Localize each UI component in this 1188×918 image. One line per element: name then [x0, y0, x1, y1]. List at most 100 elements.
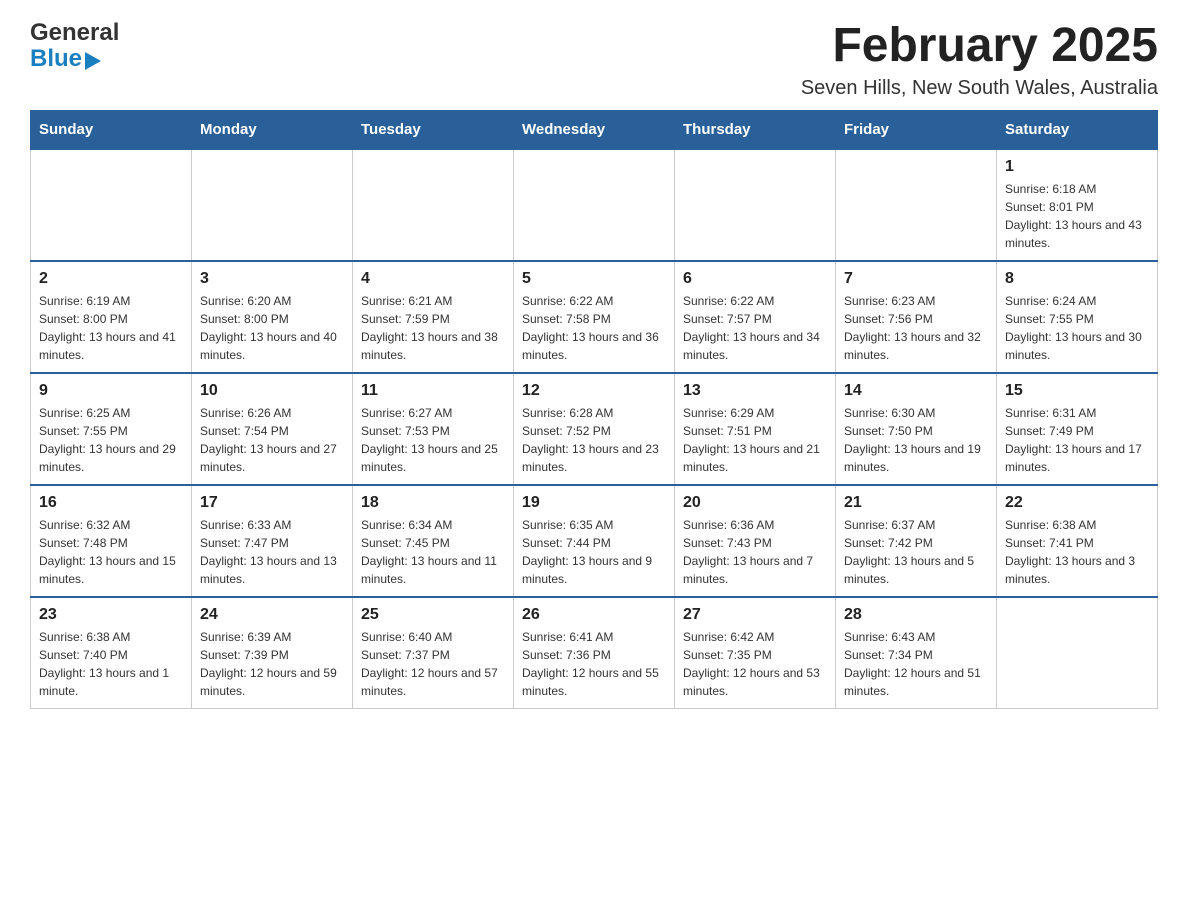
calendar-week-row: 23 Sunrise: 6:38 AM Sunset: 7:40 PM Dayli…	[31, 597, 1158, 709]
day-info: Sunrise: 6:32 AM Sunset: 7:48 PM Dayligh…	[39, 516, 183, 588]
day-info: Sunrise: 6:29 AM Sunset: 7:51 PM Dayligh…	[683, 404, 827, 476]
day-number: 19	[522, 494, 666, 512]
day-of-week-header: Tuesday	[353, 110, 514, 149]
calendar-day-cell: 8Sunrise: 6:24 AM Sunset: 7:55 PM Daylig…	[997, 261, 1158, 373]
day-of-week-header: Friday	[836, 110, 997, 149]
day-info: Sunrise: 6:38 AM Sunset: 7:41 PM Dayligh…	[1005, 516, 1149, 588]
calendar-day-cell: 24 Sunrise: 6:39 AM Sunset: 7:39 PM Dayli…	[192, 597, 353, 709]
day-info: Sunrise: 6:43 AM Sunset: 7:34 PM Dayligh…	[844, 628, 988, 700]
day-number: 9	[39, 382, 183, 400]
day-number: 11	[361, 382, 505, 400]
calendar-day-cell	[836, 149, 997, 261]
day-of-week-header: Wednesday	[514, 110, 675, 149]
day-info: Sunrise: 6:42 AM Sunset: 7:35 PM Dayligh…	[683, 628, 827, 700]
day-info: Sunrise: 6:36 AM Sunset: 7:43 PM Dayligh…	[683, 516, 827, 588]
day-number: 26	[522, 606, 666, 624]
calendar-week-row: 1 Sunrise: 6:18 AM Sunset: 8:01 PM Daylig…	[31, 149, 1158, 261]
day-number: 16	[39, 494, 183, 512]
day-number: 5	[522, 270, 666, 288]
calendar-day-cell: 18 Sunrise: 6:34 AM Sunset: 7:45 PM Dayli…	[353, 485, 514, 597]
day-number: 4	[361, 270, 505, 288]
calendar-day-cell: 12 Sunrise: 6:28 AM Sunset: 7:52 PM Dayli…	[514, 373, 675, 485]
day-info: Sunrise: 6:33 AM Sunset: 7:47 PM Dayligh…	[200, 516, 344, 588]
calendar-day-cell: 21 Sunrise: 6:37 AM Sunset: 7:42 PM Dayli…	[836, 485, 997, 597]
calendar-day-cell: 28Sunrise: 6:43 AM Sunset: 7:34 PM Dayli…	[836, 597, 997, 709]
day-info: Sunrise: 6:41 AM Sunset: 7:36 PM Dayligh…	[522, 628, 666, 700]
calendar-day-cell	[997, 597, 1158, 709]
day-number: 7	[844, 270, 988, 288]
day-number: 23	[39, 606, 183, 624]
calendar-day-cell: 4 Sunrise: 6:21 AM Sunset: 7:59 PM Daylig…	[353, 261, 514, 373]
day-info: Sunrise: 6:27 AM Sunset: 7:53 PM Dayligh…	[361, 404, 505, 476]
logo-blue-row: Blue	[30, 46, 119, 72]
day-number: 13	[683, 382, 827, 400]
day-info: Sunrise: 6:39 AM Sunset: 7:39 PM Dayligh…	[200, 628, 344, 700]
day-info: Sunrise: 6:37 AM Sunset: 7:42 PM Dayligh…	[844, 516, 988, 588]
month-title: February 2025	[801, 20, 1158, 73]
day-info: Sunrise: 6:20 AM Sunset: 8:00 PM Dayligh…	[200, 292, 344, 364]
day-info: Sunrise: 6:28 AM Sunset: 7:52 PM Dayligh…	[522, 404, 666, 476]
calendar-day-cell: 23 Sunrise: 6:38 AM Sunset: 7:40 PM Dayli…	[31, 597, 192, 709]
day-info: Sunrise: 6:34 AM Sunset: 7:45 PM Dayligh…	[361, 516, 505, 588]
calendar-day-cell	[192, 149, 353, 261]
calendar-day-cell: 17 Sunrise: 6:33 AM Sunset: 7:47 PM Dayli…	[192, 485, 353, 597]
logo-text-area: General Blue	[30, 20, 119, 73]
page-header: General Blue February 2025 Seven Hills, …	[30, 20, 1158, 100]
calendar-header-row: SundayMondayTuesdayWednesdayThursdayFrid…	[31, 110, 1158, 149]
calendar-day-cell: 9 Sunrise: 6:25 AM Sunset: 7:55 PM Daylig…	[31, 373, 192, 485]
day-of-week-header: Thursday	[675, 110, 836, 149]
calendar-table: SundayMondayTuesdayWednesdayThursdayFrid…	[30, 110, 1158, 709]
calendar-day-cell: 11 Sunrise: 6:27 AM Sunset: 7:53 PM Dayli…	[353, 373, 514, 485]
title-area: February 2025 Seven Hills, New South Wal…	[801, 20, 1158, 100]
calendar-day-cell: 15Sunrise: 6:31 AM Sunset: 7:49 PM Dayli…	[997, 373, 1158, 485]
calendar-day-cell: 5 Sunrise: 6:22 AM Sunset: 7:58 PM Daylig…	[514, 261, 675, 373]
calendar-day-cell: 1 Sunrise: 6:18 AM Sunset: 8:01 PM Daylig…	[997, 149, 1158, 261]
day-of-week-header: Monday	[192, 110, 353, 149]
day-info: Sunrise: 6:22 AM Sunset: 7:57 PM Dayligh…	[683, 292, 827, 364]
calendar-day-cell: 16 Sunrise: 6:32 AM Sunset: 7:48 PM Dayli…	[31, 485, 192, 597]
calendar-week-row: 2 Sunrise: 6:19 AM Sunset: 8:00 PM Daylig…	[31, 261, 1158, 373]
day-number: 12	[522, 382, 666, 400]
location-subtitle: Seven Hills, New South Wales, Australia	[801, 77, 1158, 100]
day-number: 22	[1005, 494, 1149, 512]
calendar-day-cell: 13 Sunrise: 6:29 AM Sunset: 7:51 PM Dayli…	[675, 373, 836, 485]
day-number: 21	[844, 494, 988, 512]
calendar-day-cell: 6 Sunrise: 6:22 AM Sunset: 7:57 PM Daylig…	[675, 261, 836, 373]
day-number: 17	[200, 494, 344, 512]
day-info: Sunrise: 6:22 AM Sunset: 7:58 PM Dayligh…	[522, 292, 666, 364]
day-number: 18	[361, 494, 505, 512]
day-number: 2	[39, 270, 183, 288]
day-number: 8	[1005, 270, 1149, 288]
logo: General Blue	[30, 20, 119, 73]
day-number: 10	[200, 382, 344, 400]
day-number: 3	[200, 270, 344, 288]
calendar-day-cell: 14Sunrise: 6:30 AM Sunset: 7:50 PM Dayli…	[836, 373, 997, 485]
day-number: 6	[683, 270, 827, 288]
day-info: Sunrise: 6:21 AM Sunset: 7:59 PM Dayligh…	[361, 292, 505, 364]
calendar-day-cell	[514, 149, 675, 261]
calendar-day-cell: 2 Sunrise: 6:19 AM Sunset: 8:00 PM Daylig…	[31, 261, 192, 373]
day-info: Sunrise: 6:23 AM Sunset: 7:56 PM Dayligh…	[844, 292, 988, 364]
day-number: 27	[683, 606, 827, 624]
logo-general-text: General	[30, 20, 119, 46]
day-info: Sunrise: 6:25 AM Sunset: 7:55 PM Dayligh…	[39, 404, 183, 476]
day-of-week-header: Saturday	[997, 110, 1158, 149]
calendar-day-cell: 7 Sunrise: 6:23 AM Sunset: 7:56 PM Daylig…	[836, 261, 997, 373]
day-number: 20	[683, 494, 827, 512]
calendar-day-cell: 19 Sunrise: 6:35 AM Sunset: 7:44 PM Dayli…	[514, 485, 675, 597]
day-number: 1	[1005, 158, 1149, 176]
calendar-day-cell: 25Sunrise: 6:40 AM Sunset: 7:37 PM Dayli…	[353, 597, 514, 709]
day-number: 24	[200, 606, 344, 624]
calendar-day-cell	[353, 149, 514, 261]
calendar-week-row: 16 Sunrise: 6:32 AM Sunset: 7:48 PM Dayli…	[31, 485, 1158, 597]
calendar-day-cell: 27 Sunrise: 6:42 AM Sunset: 7:35 PM Dayli…	[675, 597, 836, 709]
calendar-week-row: 9 Sunrise: 6:25 AM Sunset: 7:55 PM Daylig…	[31, 373, 1158, 485]
day-info: Sunrise: 6:35 AM Sunset: 7:44 PM Dayligh…	[522, 516, 666, 588]
logo-arrow-icon	[85, 52, 101, 70]
day-info: Sunrise: 6:31 AM Sunset: 7:49 PM Dayligh…	[1005, 404, 1149, 476]
day-info: Sunrise: 6:18 AM Sunset: 8:01 PM Dayligh…	[1005, 180, 1149, 252]
day-info: Sunrise: 6:38 AM Sunset: 7:40 PM Dayligh…	[39, 628, 183, 700]
calendar-day-cell: 10Sunrise: 6:26 AM Sunset: 7:54 PM Dayli…	[192, 373, 353, 485]
calendar-day-cell: 26 Sunrise: 6:41 AM Sunset: 7:36 PM Dayli…	[514, 597, 675, 709]
day-info: Sunrise: 6:19 AM Sunset: 8:00 PM Dayligh…	[39, 292, 183, 364]
